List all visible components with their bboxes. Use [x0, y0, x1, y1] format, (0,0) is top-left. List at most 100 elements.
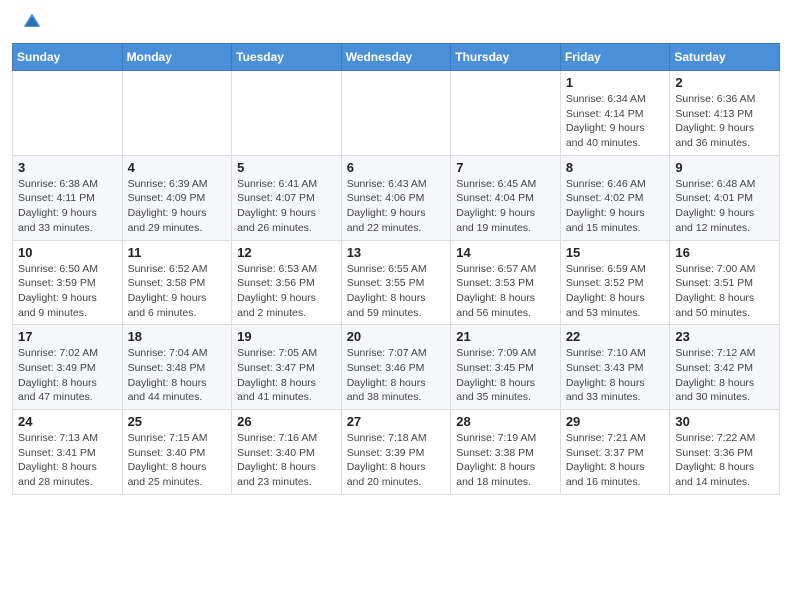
- day-info: Sunrise: 6:38 AM Sunset: 4:11 PM Dayligh…: [18, 177, 117, 236]
- day-number: 17: [18, 329, 117, 344]
- day-number: 28: [456, 414, 555, 429]
- day-info: Sunrise: 7:13 AM Sunset: 3:41 PM Dayligh…: [18, 431, 117, 490]
- day-number: 16: [675, 245, 774, 260]
- calendar-cell: 26 Sunrise: 7:16 AM Sunset: 3:40 PM Dayli…: [232, 410, 342, 495]
- calendar-cell: 7 Sunrise: 6:45 AM Sunset: 4:04 PM Daylig…: [451, 155, 561, 240]
- day-info: Sunrise: 7:15 AM Sunset: 3:40 PM Dayligh…: [128, 431, 227, 490]
- day-info: Sunrise: 7:12 AM Sunset: 3:42 PM Dayligh…: [675, 346, 774, 405]
- day-number: 1: [566, 75, 665, 90]
- calendar-cell: [232, 71, 342, 156]
- calendar-cell: 3 Sunrise: 6:38 AM Sunset: 4:11 PM Daylig…: [13, 155, 123, 240]
- day-info: Sunrise: 6:53 AM Sunset: 3:56 PM Dayligh…: [237, 262, 336, 321]
- day-info: Sunrise: 7:09 AM Sunset: 3:45 PM Dayligh…: [456, 346, 555, 405]
- calendar-cell: 4 Sunrise: 6:39 AM Sunset: 4:09 PM Daylig…: [122, 155, 232, 240]
- calendar-cell: 21 Sunrise: 7:09 AM Sunset: 3:45 PM Dayli…: [451, 325, 561, 410]
- day-info: Sunrise: 7:00 AM Sunset: 3:51 PM Dayligh…: [675, 262, 774, 321]
- column-header-tuesday: Tuesday: [232, 44, 342, 71]
- calendar-week-5: 24 Sunrise: 7:13 AM Sunset: 3:41 PM Dayli…: [13, 410, 780, 495]
- calendar-cell: 19 Sunrise: 7:05 AM Sunset: 3:47 PM Dayli…: [232, 325, 342, 410]
- calendar-cell: 24 Sunrise: 7:13 AM Sunset: 3:41 PM Dayli…: [13, 410, 123, 495]
- day-info: Sunrise: 6:43 AM Sunset: 4:06 PM Dayligh…: [347, 177, 446, 236]
- day-number: 22: [566, 329, 665, 344]
- logo: [20, 10, 42, 30]
- day-info: Sunrise: 6:46 AM Sunset: 4:02 PM Dayligh…: [566, 177, 665, 236]
- calendar-cell: 29 Sunrise: 7:21 AM Sunset: 3:37 PM Dayli…: [560, 410, 670, 495]
- day-info: Sunrise: 6:39 AM Sunset: 4:09 PM Dayligh…: [128, 177, 227, 236]
- calendar-cell: 5Sunrise: 6:41 AM Sunset: 4:07 PM Daylig…: [232, 155, 342, 240]
- day-number: 8: [566, 160, 665, 175]
- day-info: Sunrise: 7:22 AM Sunset: 3:36 PM Dayligh…: [675, 431, 774, 490]
- calendar-week-3: 10 Sunrise: 6:50 AM Sunset: 3:59 PM Dayli…: [13, 240, 780, 325]
- page-header: [0, 0, 792, 35]
- column-header-saturday: Saturday: [670, 44, 780, 71]
- calendar-header-row: SundayMondayTuesdayWednesdayThursdayFrid…: [13, 44, 780, 71]
- day-number: 7: [456, 160, 555, 175]
- day-number: 13: [347, 245, 446, 260]
- day-info: Sunrise: 6:36 AM Sunset: 4:13 PM Dayligh…: [675, 92, 774, 151]
- calendar-table: SundayMondayTuesdayWednesdayThursdayFrid…: [12, 43, 780, 495]
- calendar-cell: 15 Sunrise: 6:59 AM Sunset: 3:52 PM Dayli…: [560, 240, 670, 325]
- day-info: Sunrise: 7:16 AM Sunset: 3:40 PM Dayligh…: [237, 431, 336, 490]
- calendar-cell: 22 Sunrise: 7:10 AM Sunset: 3:43 PM Dayli…: [560, 325, 670, 410]
- calendar-cell: 8 Sunrise: 6:46 AM Sunset: 4:02 PM Daylig…: [560, 155, 670, 240]
- logo-icon: [22, 10, 42, 30]
- calendar-cell: [13, 71, 123, 156]
- day-info: Sunrise: 7:10 AM Sunset: 3:43 PM Dayligh…: [566, 346, 665, 405]
- day-number: 25: [128, 414, 227, 429]
- column-header-friday: Friday: [560, 44, 670, 71]
- calendar-week-1: 1 Sunrise: 6:34 AM Sunset: 4:14 PM Daylig…: [13, 71, 780, 156]
- day-info: Sunrise: 6:59 AM Sunset: 3:52 PM Dayligh…: [566, 262, 665, 321]
- day-number: 3: [18, 160, 117, 175]
- day-number: 19: [237, 329, 336, 344]
- day-number: 14: [456, 245, 555, 260]
- calendar-cell: [341, 71, 451, 156]
- calendar-cell: 12 Sunrise: 6:53 AM Sunset: 3:56 PM Dayli…: [232, 240, 342, 325]
- day-number: 29: [566, 414, 665, 429]
- calendar-cell: 10 Sunrise: 6:50 AM Sunset: 3:59 PM Dayli…: [13, 240, 123, 325]
- day-number: 10: [18, 245, 117, 260]
- column-header-monday: Monday: [122, 44, 232, 71]
- day-info: Sunrise: 6:55 AM Sunset: 3:55 PM Dayligh…: [347, 262, 446, 321]
- day-number: 2: [675, 75, 774, 90]
- calendar-cell: 17Sunrise: 7:02 AM Sunset: 3:49 PM Dayli…: [13, 325, 123, 410]
- day-info: Sunrise: 6:34 AM Sunset: 4:14 PM Dayligh…: [566, 92, 665, 151]
- day-number: 20: [347, 329, 446, 344]
- calendar-cell: 18Sunrise: 7:04 AM Sunset: 3:48 PM Dayli…: [122, 325, 232, 410]
- calendar-cell: 16 Sunrise: 7:00 AM Sunset: 3:51 PM Dayli…: [670, 240, 780, 325]
- day-number: 4: [128, 160, 227, 175]
- day-number: 23: [675, 329, 774, 344]
- day-number: 21: [456, 329, 555, 344]
- calendar-cell: 11Sunrise: 6:52 AM Sunset: 3:58 PM Dayli…: [122, 240, 232, 325]
- day-info: Sunrise: 7:04 AM Sunset: 3:48 PM Dayligh…: [128, 346, 227, 405]
- day-info: Sunrise: 7:05 AM Sunset: 3:47 PM Dayligh…: [237, 346, 336, 405]
- day-number: 26: [237, 414, 336, 429]
- calendar-cell: [122, 71, 232, 156]
- day-number: 24: [18, 414, 117, 429]
- calendar-cell: 6 Sunrise: 6:43 AM Sunset: 4:06 PM Daylig…: [341, 155, 451, 240]
- calendar-cell: 20 Sunrise: 7:07 AM Sunset: 3:46 PM Dayli…: [341, 325, 451, 410]
- calendar-cell: 14Sunrise: 6:57 AM Sunset: 3:53 PM Dayli…: [451, 240, 561, 325]
- calendar-cell: 28 Sunrise: 7:19 AM Sunset: 3:38 PM Dayli…: [451, 410, 561, 495]
- calendar-cell: [451, 71, 561, 156]
- day-info: Sunrise: 6:50 AM Sunset: 3:59 PM Dayligh…: [18, 262, 117, 321]
- day-info: Sunrise: 7:07 AM Sunset: 3:46 PM Dayligh…: [347, 346, 446, 405]
- day-number: 15: [566, 245, 665, 260]
- calendar-cell: 1 Sunrise: 6:34 AM Sunset: 4:14 PM Daylig…: [560, 71, 670, 156]
- day-number: 12: [237, 245, 336, 260]
- day-info: Sunrise: 7:19 AM Sunset: 3:38 PM Dayligh…: [456, 431, 555, 490]
- calendar-cell: 13 Sunrise: 6:55 AM Sunset: 3:55 PM Dayli…: [341, 240, 451, 325]
- calendar-week-2: 3 Sunrise: 6:38 AM Sunset: 4:11 PM Daylig…: [13, 155, 780, 240]
- day-info: Sunrise: 6:52 AM Sunset: 3:58 PM Dayligh…: [128, 262, 227, 321]
- calendar-cell: 27 Sunrise: 7:18 AM Sunset: 3:39 PM Dayli…: [341, 410, 451, 495]
- column-header-thursday: Thursday: [451, 44, 561, 71]
- calendar-cell: 9Sunrise: 6:48 AM Sunset: 4:01 PM Daylig…: [670, 155, 780, 240]
- day-number: 6: [347, 160, 446, 175]
- calendar-cell: 30Sunrise: 7:22 AM Sunset: 3:36 PM Dayli…: [670, 410, 780, 495]
- day-info: Sunrise: 6:45 AM Sunset: 4:04 PM Dayligh…: [456, 177, 555, 236]
- day-number: 9: [675, 160, 774, 175]
- day-info: Sunrise: 7:18 AM Sunset: 3:39 PM Dayligh…: [347, 431, 446, 490]
- calendar-week-4: 17Sunrise: 7:02 AM Sunset: 3:49 PM Dayli…: [13, 325, 780, 410]
- day-info: Sunrise: 7:21 AM Sunset: 3:37 PM Dayligh…: [566, 431, 665, 490]
- column-header-sunday: Sunday: [13, 44, 123, 71]
- day-number: 27: [347, 414, 446, 429]
